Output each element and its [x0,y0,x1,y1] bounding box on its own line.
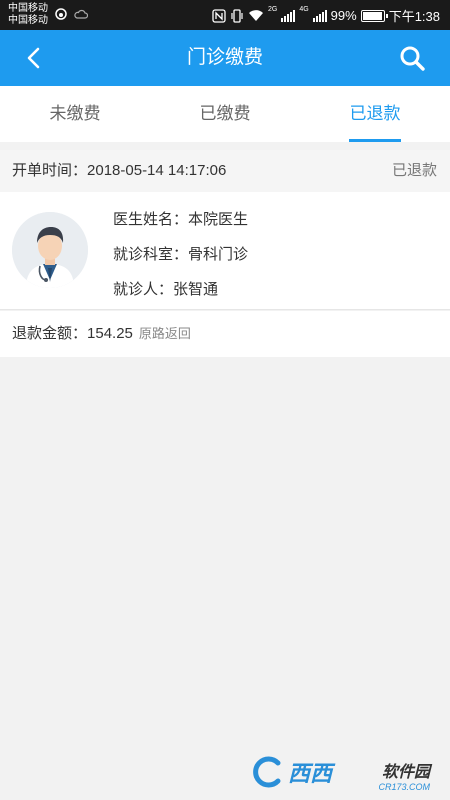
refund-label: 退款金额： [12,325,88,342]
doctor-name-value: 本院医生 [188,211,249,228]
doctor-avatar [12,212,88,288]
carrier-1: 中国移动 [8,3,48,14]
refund-amount-row: 退款金额：154.25 原路返回 [12,311,191,357]
patient-row: 就诊人：张智通 [113,278,218,299]
watermark-name: 软件园 [381,764,430,781]
open-time-label: 开单时间： [12,162,88,179]
record-header[interactable]: 开单时间：2018-05-14 14:17:06 已退款 [0,150,450,192]
tab-bar: 未缴费 已缴费 已退款 [0,86,450,142]
nfc-icon [212,8,226,23]
battery-percent: 99% [330,8,357,23]
record-body[interactable]: 医生姓名：本院医生 就诊科室：骨科门诊 就诊人：张智通 [0,192,450,310]
watermark-site: CR173.COM [378,782,430,792]
doctor-name-label: 医生姓名： [113,211,189,228]
network-type-2: 4G [299,6,309,13]
page-title: 门诊缴费 [186,47,263,68]
cloud-icon [74,9,88,19]
watermark-c-icon [253,756,281,788]
clock: 下午1:38 [388,9,440,24]
open-time: 开单时间：2018-05-14 14:17:06 [12,150,226,192]
app-bar: 门诊缴费 [0,30,450,86]
department-label: 就诊科室： [113,246,189,263]
signal-1-icon [281,9,296,22]
doctor-avatar-icon [12,212,88,288]
status-right: 2G 4G 99% 下午1:38 [212,6,440,25]
open-time-value: 2018-05-14 14:17:06 [87,162,227,179]
patient-label: 就诊人： [113,281,174,298]
battery-icon [360,9,388,22]
carrier-2: 中国移动 [8,15,48,26]
weibo-icon [55,8,67,20]
search-button[interactable] [396,42,428,74]
tab-refunded[interactable]: 已退款 [300,86,450,142]
search-icon [400,46,425,71]
department-value: 骨科门诊 [188,246,249,263]
network-type-1: 2G [267,6,278,13]
chevron-left-icon [27,47,40,69]
signal-2-icon [312,9,327,22]
tab-paid[interactable]: 已缴费 [150,86,300,142]
doctor-name-row: 医生姓名：本院医生 [113,208,248,229]
patient-value: 张智通 [173,281,219,298]
watermark-logo: 西西 软件园 CR173.COM [250,752,430,792]
department-row: 就诊科室：骨科门诊 [113,243,248,264]
refund-method: 原路返回 [138,326,191,341]
status-badge: 已退款 [391,162,437,179]
record-footer[interactable]: 退款金额：154.25 原路返回 [0,311,450,357]
watermark-brand: 西西 [288,761,333,786]
status-bar: 中国移动 中国移动 2G 4G 99% 下午1:38 [0,0,450,30]
watermark-sub: 软件园 CR173.COM [378,758,430,792]
vibrate-icon [231,8,243,23]
back-button[interactable] [18,42,50,74]
carrier-info: 中国移动 中国移动 [8,3,48,27]
wifi-icon [248,10,263,21]
notification-icons [54,7,88,21]
tab-unpaid[interactable]: 未缴费 [0,86,150,142]
refund-amount: 154.25 [87,325,133,342]
